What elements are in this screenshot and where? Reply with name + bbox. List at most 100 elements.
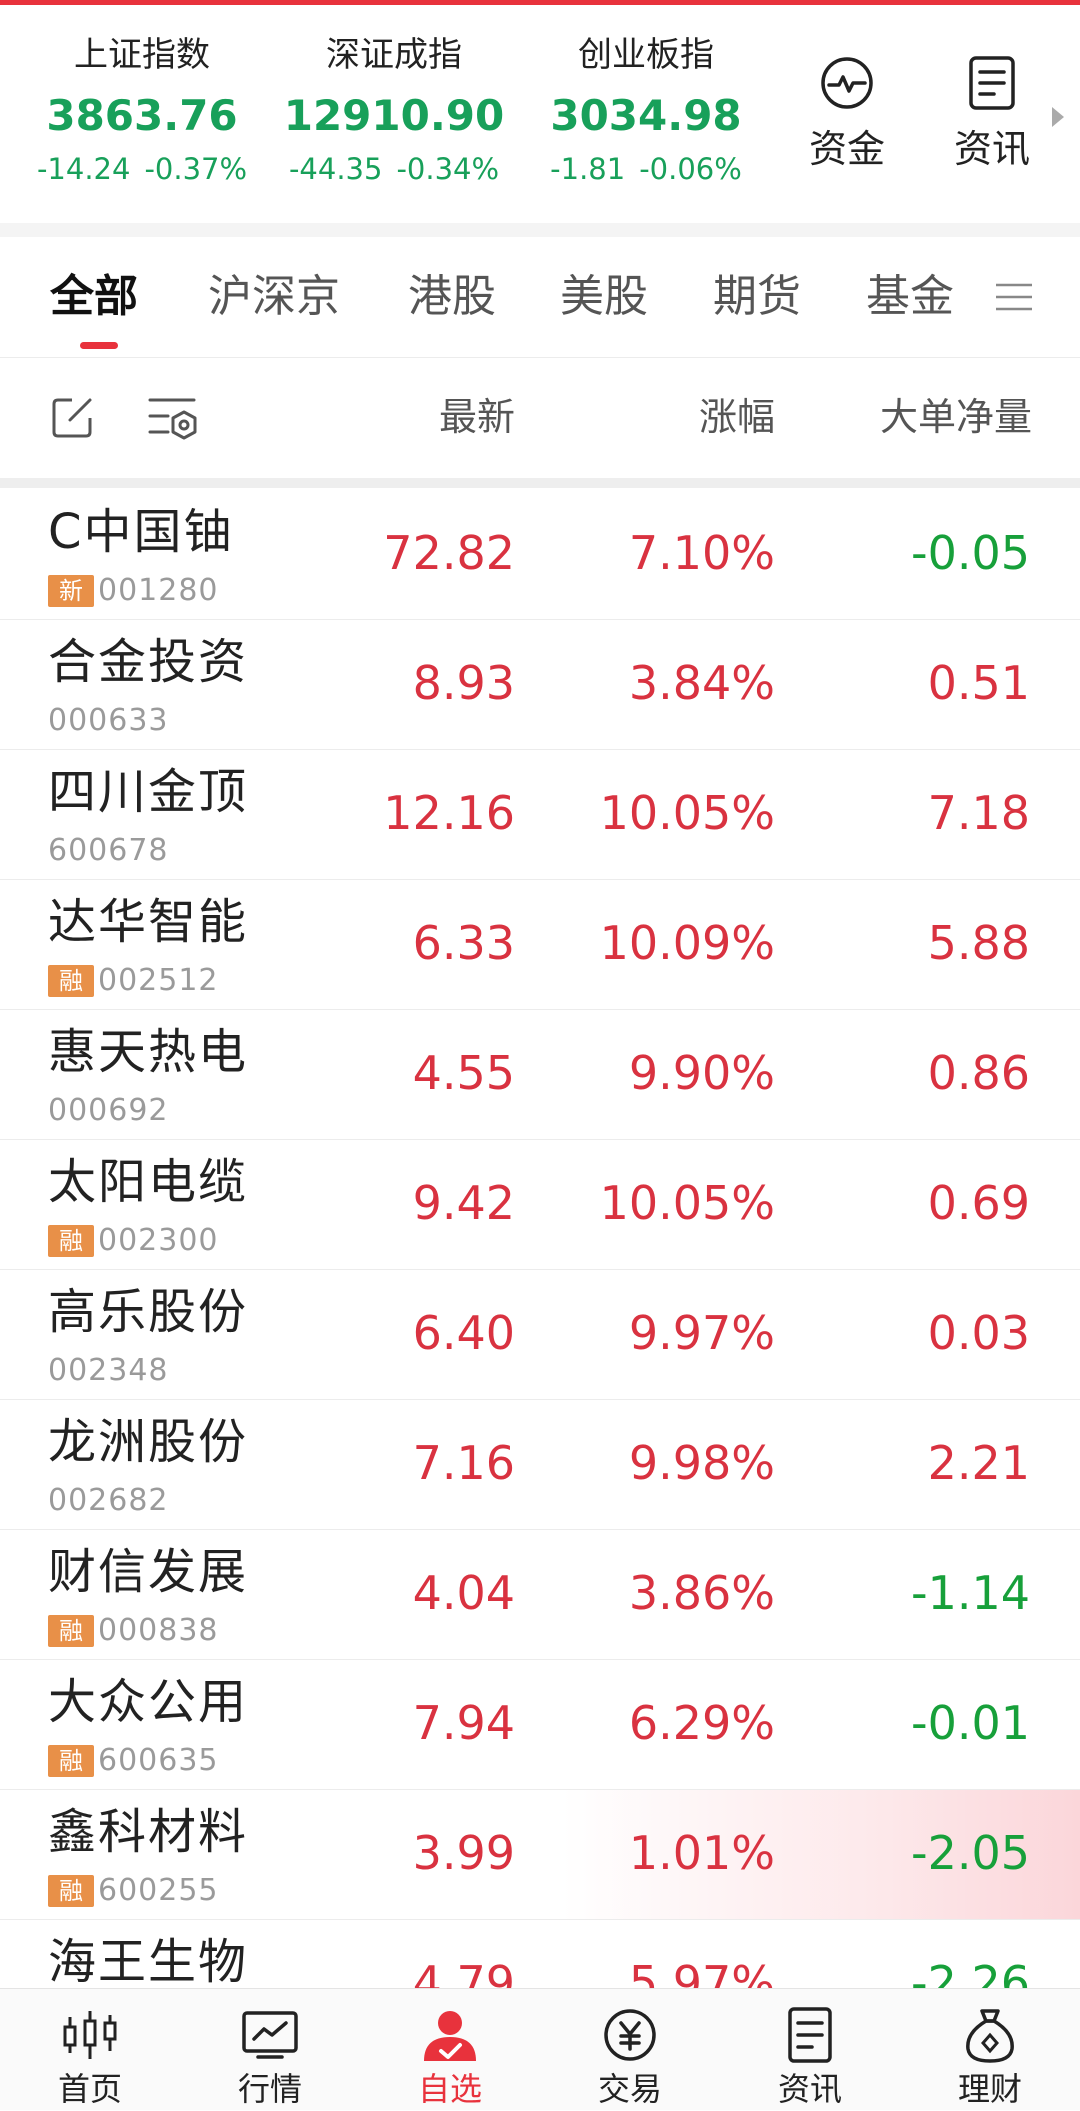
stock-row[interactable]: 四川金顶 600678 12.16 10.05% 7.18 <box>0 750 1080 880</box>
nav-market[interactable]: 行情 <box>180 1989 360 2111</box>
nav-home-label: 首页 <box>57 2070 122 2108</box>
scroll-right-arrow-icon[interactable] <box>1052 107 1064 127</box>
nav-wealth-label: 理财 <box>957 2070 1022 2108</box>
stock-name: 鑫科材料 <box>48 1804 249 1860</box>
news-doc-icon <box>788 2007 832 2063</box>
stock-name: 海王生物 <box>48 1934 249 1990</box>
tab-hushenjing[interactable]: 沪深京 <box>208 269 340 325</box>
stock-margin-badge: 融 <box>48 965 94 997</box>
tab-funds[interactable]: 基金 <box>866 269 954 325</box>
index-change: -14.24 -0.37% <box>12 151 272 187</box>
stock-net-volume: 0.69 <box>927 1176 1030 1230</box>
column-change[interactable]: 涨幅 <box>590 394 775 440</box>
stock-margin-badge: 融 <box>48 1615 94 1647</box>
stock-row[interactable]: 高乐股份 002348 6.40 9.97% 0.03 <box>0 1270 1080 1400</box>
nav-watchlist[interactable]: 自选 <box>360 1989 540 2111</box>
stock-price: 6.40 <box>412 1306 515 1360</box>
tab-futures[interactable]: 期货 <box>713 269 801 325</box>
stock-code: 600635 <box>98 1743 219 1778</box>
stock-name: 合金投资 <box>48 634 249 690</box>
index-change: -44.35 -0.34% <box>264 151 524 187</box>
stock-row[interactable]: 龙洲股份 002682 7.16 9.98% 2.21 <box>0 1400 1080 1530</box>
tab-hk[interactable]: 港股 <box>408 269 496 325</box>
stock-row-highlighted[interactable]: 鑫科材料 融 600255 3.99 1.01% -2.05 <box>0 1790 1080 1920</box>
stock-row[interactable]: C中国铀 新 001280 72.82 7.10% -0.05 <box>0 490 1080 620</box>
stock-change-pct: 10.05% <box>599 786 775 840</box>
nav-news[interactable]: 资讯 <box>720 1989 900 2111</box>
edit-icon[interactable] <box>50 396 94 440</box>
nav-trade-label: 交易 <box>597 2070 662 2108</box>
stock-net-volume: 5.88 <box>927 916 1030 970</box>
stock-margin-badge: 融 <box>48 1875 94 1907</box>
index-sz[interactable]: 深证成指 12910.90 -44.35 -0.34% <box>264 35 524 187</box>
stock-price: 8.93 <box>412 656 515 710</box>
stock-code: 000692 <box>48 1093 169 1128</box>
index-change-abs: -44.35 <box>288 152 383 186</box>
stock-change-pct: 9.98% <box>628 1436 775 1490</box>
stock-net-volume: 7.18 <box>927 786 1030 840</box>
index-change: -1.81 -0.06% <box>518 151 774 187</box>
stock-code: 600678 <box>48 833 169 868</box>
market-chart-icon <box>242 2011 298 2059</box>
stock-name: 四川金顶 <box>48 764 249 820</box>
stock-change-pct: 1.01% <box>628 1826 775 1880</box>
stock-row[interactable]: 达华智能 融 002512 6.33 10.09% 5.88 <box>0 880 1080 1010</box>
stock-change-pct: 9.97% <box>628 1306 775 1360</box>
stock-change-pct: 3.86% <box>628 1566 775 1620</box>
stock-net-volume: 0.86 <box>927 1046 1030 1100</box>
stock-code: 000838 <box>98 1613 219 1648</box>
stock-row[interactable]: 财信发展 融 000838 4.04 3.86% -1.14 <box>0 1530 1080 1660</box>
category-tabs: 全部 沪深京 港股 美股 期货 基金 <box>0 237 1080 357</box>
stock-price: 9.42 <box>412 1176 515 1230</box>
index-change-pct: -0.06% <box>639 152 742 186</box>
nav-wealth[interactable]: 理财 <box>900 1989 1080 2111</box>
tab-all[interactable]: 全部 <box>50 269 138 325</box>
candlestick-home-icon <box>63 2011 117 2059</box>
stock-net-volume: 0.03 <box>927 1306 1030 1360</box>
stock-row[interactable]: 太阳电缆 融 002300 9.42 10.05% 0.69 <box>0 1140 1080 1270</box>
index-name: 深证成指 <box>326 35 462 75</box>
news-doc-icon <box>969 56 1015 110</box>
stock-name: 财信发展 <box>48 1544 249 1600</box>
tab-us[interactable]: 美股 <box>560 269 648 325</box>
index-cyb[interactable]: 创业板指 3034.98 -1.81 -0.06% <box>518 35 774 187</box>
index-value: 3034.98 <box>550 91 742 140</box>
nav-news-label: 资讯 <box>777 2070 842 2108</box>
group-settings-icon[interactable] <box>148 394 200 444</box>
nav-market-label: 行情 <box>237 2070 302 2108</box>
news-button[interactable]: 资讯 <box>937 55 1047 171</box>
stock-new-badge: 新 <box>48 575 94 607</box>
stock-price: 4.55 <box>412 1046 515 1100</box>
column-latest[interactable]: 最新 <box>330 394 515 440</box>
nav-trade[interactable]: 交易 <box>540 1989 720 2111</box>
stock-row[interactable]: 合金投资 000633 8.93 3.84% 0.51 <box>0 620 1080 750</box>
stock-margin-badge: 融 <box>48 1225 94 1257</box>
stock-net-volume: -0.05 <box>910 526 1030 580</box>
section-separator <box>0 478 1080 488</box>
stock-price: 7.16 <box>412 1436 515 1490</box>
stock-change-pct: 3.84% <box>628 656 775 710</box>
column-net-volume[interactable]: 大单净量 <box>800 394 1032 440</box>
index-change-pct: -0.37% <box>144 152 248 186</box>
index-sh[interactable]: 上证指数 3863.76 -14.24 -0.37% <box>12 35 272 187</box>
stock-row[interactable]: 惠天热电 000692 4.55 9.90% 0.86 <box>0 1010 1080 1140</box>
index-name: 上证指数 <box>74 35 210 75</box>
section-separator <box>0 223 1080 237</box>
stock-code: 001280 <box>98 573 219 608</box>
stock-code: 002348 <box>48 1353 169 1388</box>
stock-code: 000633 <box>48 703 169 738</box>
stock-code: 002300 <box>98 1223 219 1258</box>
fund-flow-button[interactable]: 资金 <box>792 55 902 171</box>
stock-code: 002682 <box>48 1483 169 1518</box>
stock-change-pct: 7.10% <box>628 526 775 580</box>
news-label: 资讯 <box>953 127 1030 171</box>
stock-margin-badge: 融 <box>48 1745 94 1777</box>
stock-price: 3.99 <box>412 1826 515 1880</box>
stock-net-volume: -2.05 <box>910 1826 1030 1880</box>
stock-row[interactable]: 大众公用 融 600635 7.94 6.29% -0.01 <box>0 1660 1080 1790</box>
tab-menu-icon[interactable] <box>994 277 1034 317</box>
index-change-abs: -14.24 <box>36 152 131 186</box>
stock-name: 惠天热电 <box>48 1024 249 1080</box>
stock-change-pct: 10.05% <box>599 1176 775 1230</box>
nav-home[interactable]: 首页 <box>0 1989 180 2111</box>
